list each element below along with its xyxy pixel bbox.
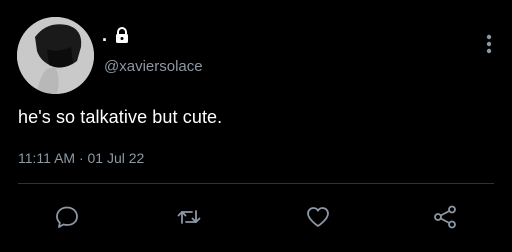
heart-icon — [307, 207, 329, 227]
timestamp[interactable]: 11:11 AM · 01 Jul 22 — [18, 150, 144, 166]
user-handle[interactable]: @xaviersolace — [104, 58, 203, 75]
display-name[interactable]: . — [102, 26, 131, 44]
retweet-button[interactable] — [176, 204, 202, 230]
share-button[interactable] — [432, 204, 458, 230]
divider — [18, 183, 494, 184]
avatar[interactable] — [17, 17, 94, 94]
display-name-text: . — [102, 25, 108, 45]
speech-bubble-icon — [56, 206, 78, 228]
tweet-text: he's so talkative but cute. — [18, 107, 223, 127]
reply-button[interactable] — [54, 204, 80, 230]
avatar-photo — [17, 17, 94, 94]
like-button[interactable] — [305, 204, 331, 230]
more-options-icon[interactable] — [484, 33, 494, 55]
lock-icon — [113, 26, 131, 44]
retweet-icon — [177, 210, 201, 224]
share-icon — [434, 205, 456, 229]
